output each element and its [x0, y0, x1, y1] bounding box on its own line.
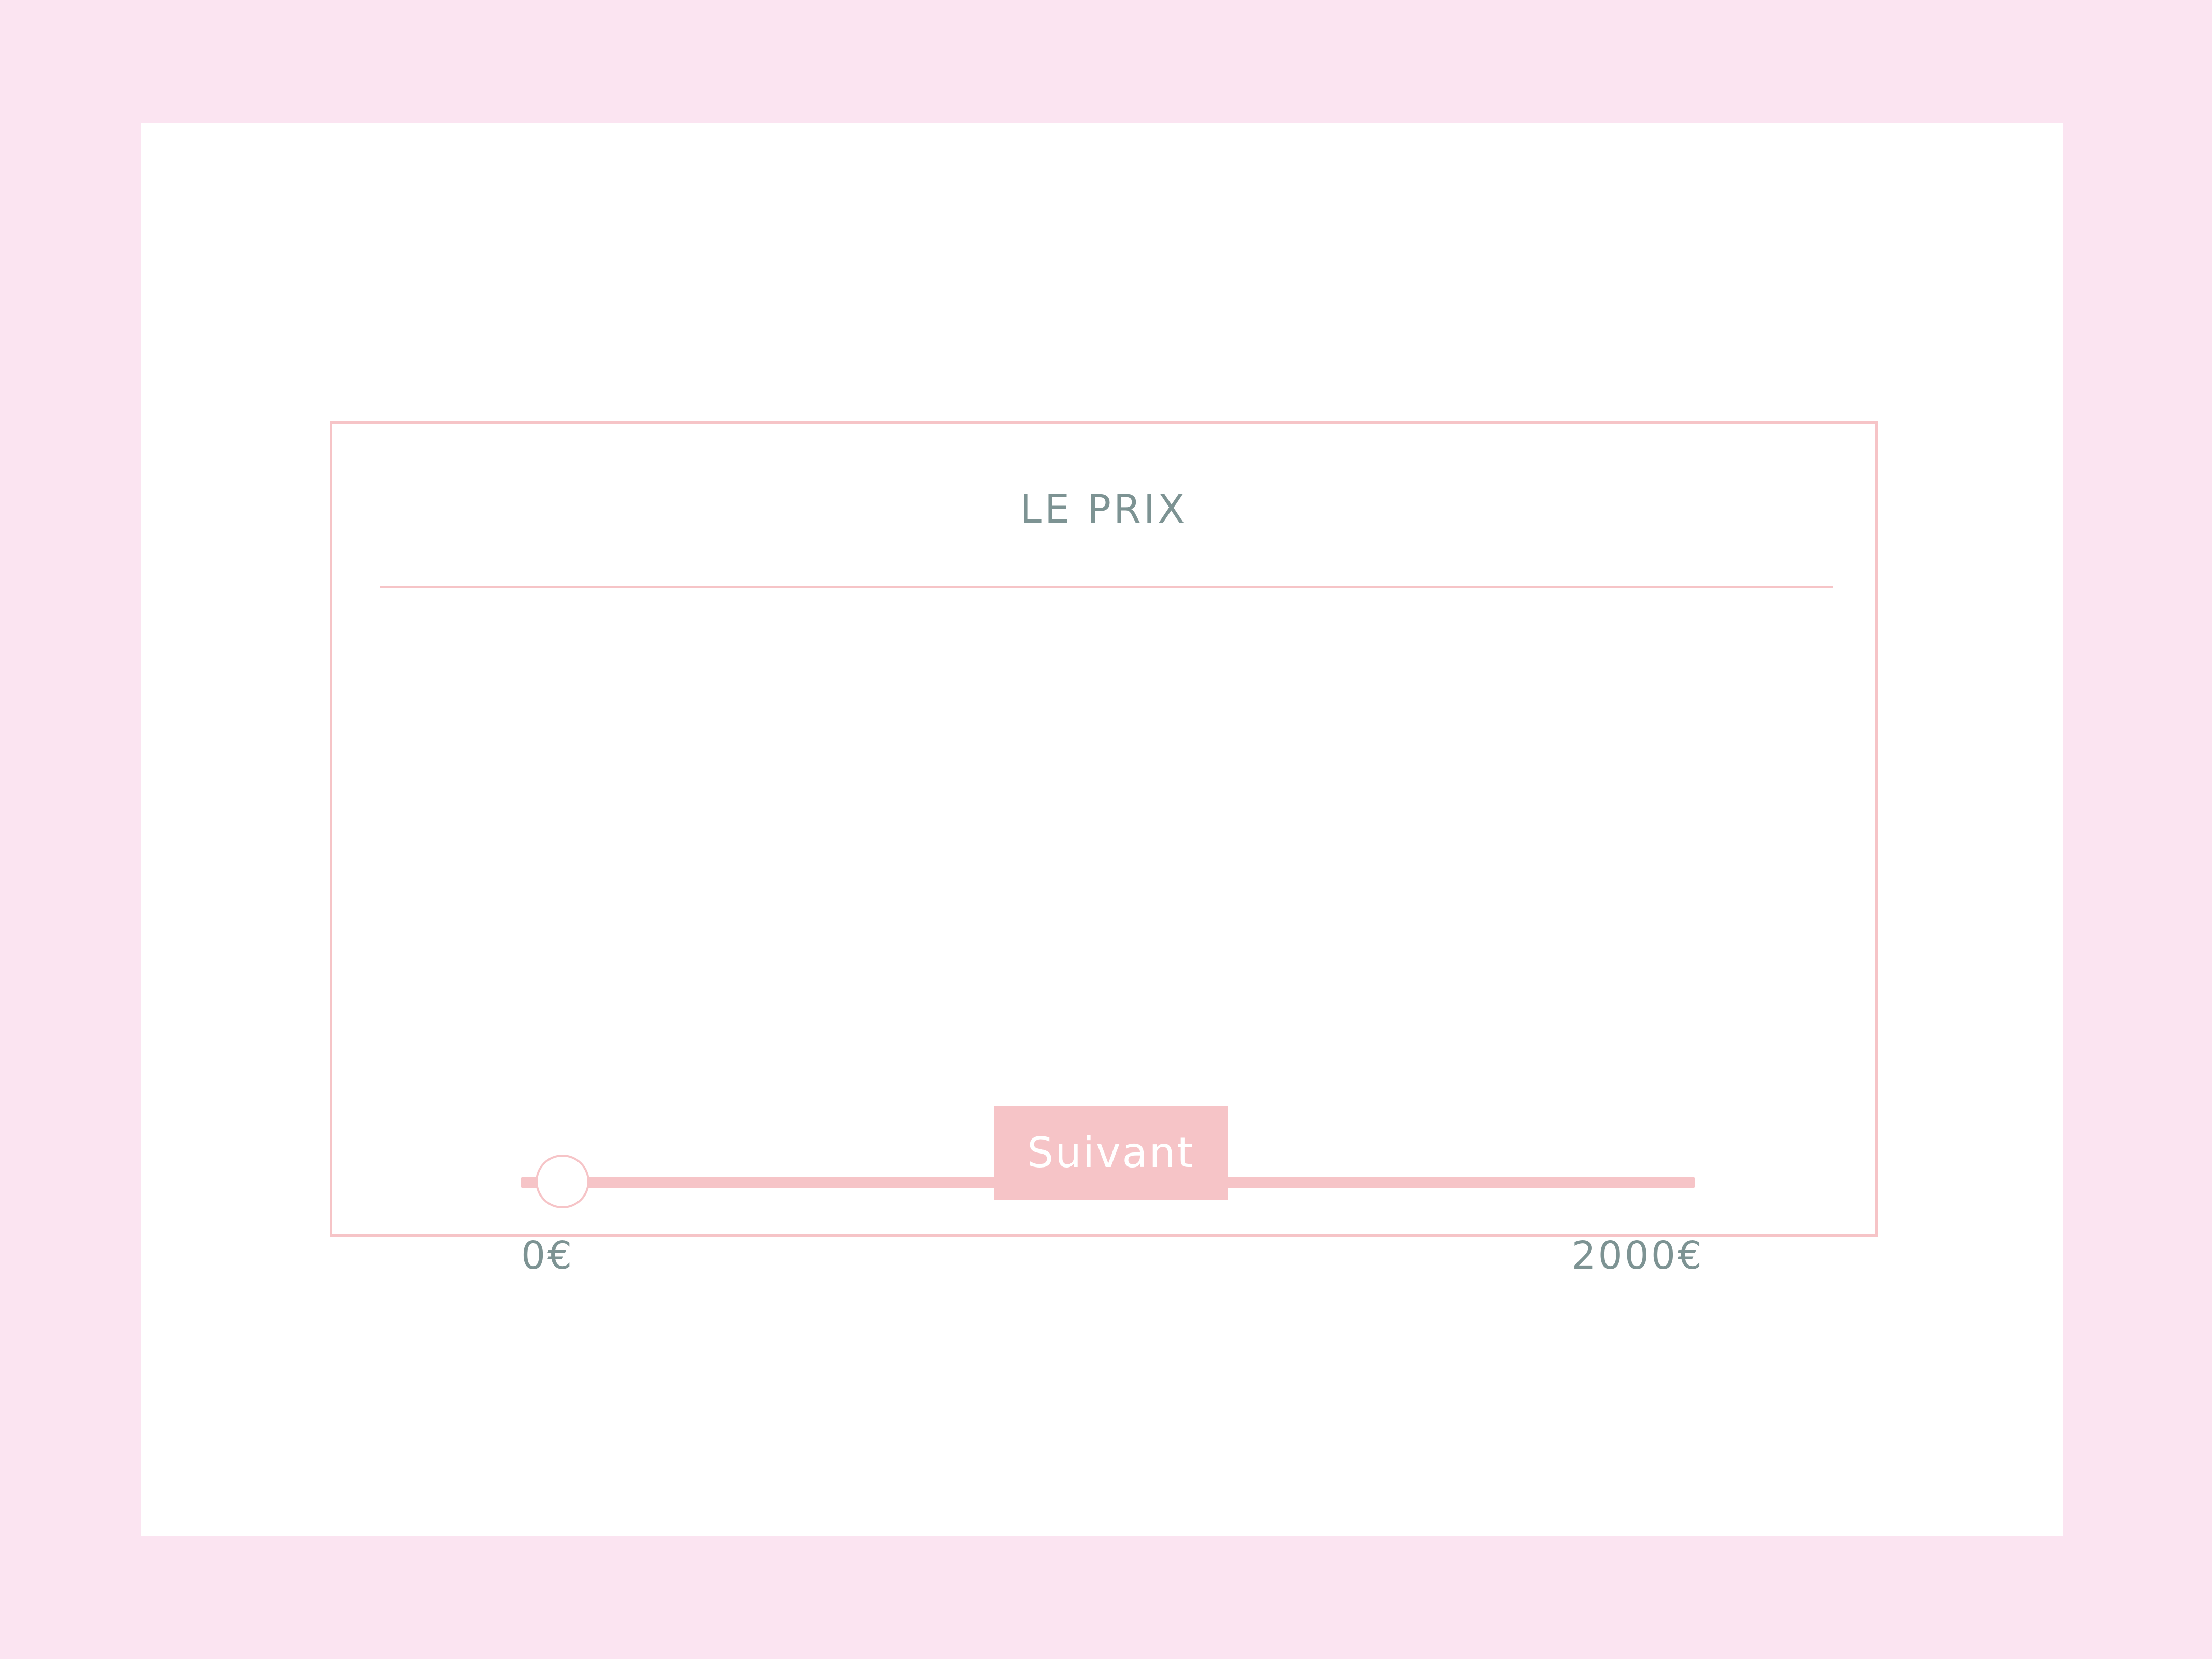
- slider-max-label: 2000€: [1571, 1233, 1704, 1278]
- slider-min-label: 0€: [521, 1233, 574, 1278]
- card-title: LE PRIX: [1020, 486, 1188, 532]
- slider-thumb[interactable]: [536, 1155, 589, 1208]
- title-divider: [380, 586, 1833, 588]
- next-button[interactable]: Suivant: [994, 1106, 1228, 1200]
- price-card: LE PRIX 0€ 2000€ Suivant: [330, 421, 1878, 1278]
